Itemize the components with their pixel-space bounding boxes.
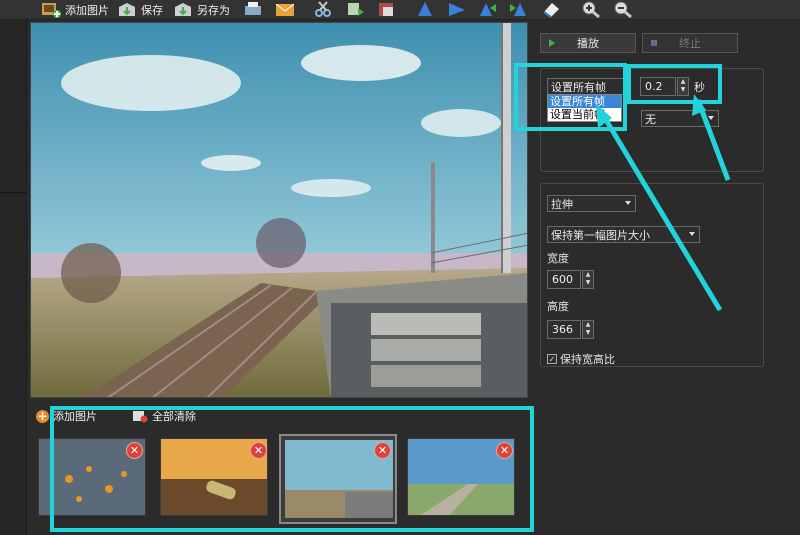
stop-icon — [651, 40, 657, 46]
zoom-out-icon[interactable] — [612, 0, 634, 18]
keep-ratio-checkbox[interactable]: ✓ 保持宽高比 — [547, 351, 615, 367]
add-image-icon — [42, 3, 61, 18]
chevron-down-icon — [708, 116, 714, 120]
highlight-box-delay — [627, 64, 722, 104]
transition-select[interactable]: 无 — [641, 110, 719, 127]
up-arrow-icon: ▲ — [585, 271, 591, 278]
chevron-down-icon — [625, 201, 631, 205]
highlight-box-thumbnails — [50, 406, 534, 532]
preview-image — [31, 23, 527, 397]
width-input[interactable]: 600 — [547, 270, 581, 289]
save-label: 保存 — [141, 4, 163, 17]
copy-icon[interactable] — [344, 0, 366, 18]
eraser-icon[interactable] — [540, 0, 562, 18]
save-button[interactable]: 保存 — [116, 0, 163, 20]
left-panel — [0, 20, 27, 535]
width-label: 宽度 — [547, 252, 569, 265]
add-image-button[interactable]: 添加图片 — [40, 0, 109, 20]
height-stepper[interactable]: ▲ ▼ — [582, 320, 594, 339]
add-image-label: 添加图片 — [65, 4, 109, 17]
image-preview — [30, 22, 528, 398]
height-value: 366 — [552, 323, 573, 336]
down-arrow-icon: ▼ — [585, 329, 591, 336]
rotate-left-icon[interactable] — [478, 0, 500, 18]
save-as-label: 另存为 — [197, 4, 230, 17]
highlight-box-frame-mode — [514, 63, 627, 131]
print-icon[interactable] — [242, 0, 264, 18]
play-button[interactable]: 播放 — [540, 33, 636, 53]
rotate-right-icon[interactable] — [506, 0, 528, 18]
size-mode-value: 保持第一幅图片大小 — [551, 228, 650, 242]
save-icon — [119, 3, 135, 16]
email-icon[interactable] — [274, 0, 296, 18]
flip-horizontal-icon[interactable] — [446, 0, 468, 18]
height-label: 高度 — [547, 300, 569, 313]
add-icon: + — [36, 409, 49, 423]
save-as-icon — [175, 3, 191, 16]
up-arrow-icon: ▲ — [585, 321, 591, 328]
scale-mode-select[interactable]: 拉伸 — [547, 195, 636, 212]
checkbox-checked-icon: ✓ — [547, 354, 557, 364]
play-label: 播放 — [577, 37, 599, 50]
keep-ratio-label: 保持宽高比 — [560, 353, 615, 366]
save-as-button[interactable]: 另存为 — [172, 0, 230, 20]
stop-button[interactable]: 终止 — [642, 33, 738, 53]
panel-divider — [0, 192, 27, 193]
play-icon — [549, 39, 555, 47]
chevron-down-icon — [689, 232, 695, 236]
toolbar: 添加图片 保存 另存为 — [0, 0, 800, 20]
paste-icon[interactable] — [376, 0, 398, 18]
flip-vertical-icon[interactable] — [414, 0, 436, 18]
width-value: 600 — [552, 273, 573, 286]
down-arrow-icon: ▼ — [585, 279, 591, 286]
cut-icon[interactable] — [312, 0, 334, 18]
stop-label: 终止 — [679, 37, 701, 50]
width-stepper[interactable]: ▲ ▼ — [582, 270, 594, 289]
height-input[interactable]: 366 — [547, 320, 581, 339]
size-mode-select[interactable]: 保持第一幅图片大小 — [547, 226, 700, 243]
transition-value: 无 — [645, 112, 656, 126]
scale-mode-value: 拉伸 — [551, 197, 573, 211]
zoom-in-icon[interactable] — [580, 0, 602, 18]
